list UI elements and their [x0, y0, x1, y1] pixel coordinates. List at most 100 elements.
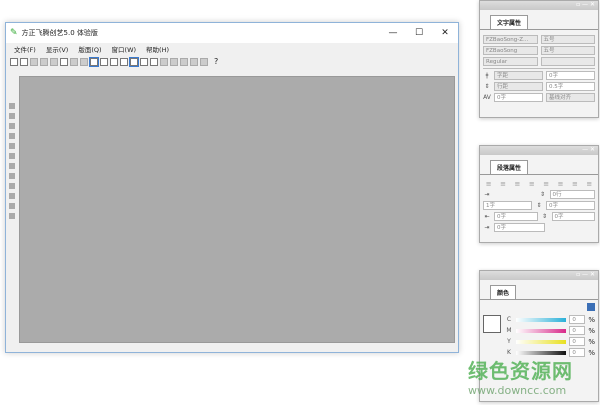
channel-value[interactable]: 0: [569, 315, 586, 324]
layout3-icon[interactable]: [190, 57, 198, 66]
help-icon[interactable]: ?: [214, 57, 218, 66]
space-after-icon: ⇕: [536, 202, 542, 209]
text-tool-icon[interactable]: [9, 143, 15, 149]
style-field[interactable]: Regular: [483, 57, 538, 66]
kerning-value[interactable]: 0字: [494, 93, 543, 102]
paragraph-properties-panel: — ✕ 段落属性 ≡ ≡ ≡ ≡ ≡ ≡ ≡ ≡ ⇥ ⇕ 0行 1字 ⇕ 0字 ⇤ 0字 ⇕ 0字 ⇥ 0字: [479, 145, 599, 243]
percent-label: %: [588, 337, 595, 346]
zoom-tool-icon[interactable]: [9, 213, 15, 219]
frame-icon[interactable]: [89, 56, 99, 67]
menu-window[interactable]: 窗口(W): [112, 44, 137, 54]
font-field-1[interactable]: FZBaoSong-Z...: [483, 35, 538, 44]
menu-layout[interactable]: 版面(Q): [78, 44, 101, 54]
channel-label: Y: [507, 338, 511, 345]
font-field-2[interactable]: FZBaoSong: [483, 46, 538, 55]
percent-label: %: [588, 315, 595, 324]
right-indent-value[interactable]: 0字: [494, 223, 545, 232]
baseline-align-select[interactable]: 基线对齐: [546, 93, 595, 102]
maximize-button[interactable]: ☐: [406, 28, 432, 38]
panel-controls[interactable]: — ✕: [480, 146, 598, 155]
rotate-tool-icon[interactable]: [9, 133, 15, 139]
direct-select-icon[interactable]: [9, 113, 15, 119]
channel-slider[interactable]: [516, 350, 567, 355]
channel-label: M: [506, 327, 512, 334]
first-indent-value[interactable]: 1字: [483, 201, 532, 210]
square-icon[interactable]: [150, 57, 158, 66]
channel-row-Y: Y 0%: [505, 337, 595, 346]
channel-slider[interactable]: [516, 328, 567, 333]
line-space-value[interactable]: 0行: [549, 190, 595, 199]
check-icon[interactable]: [120, 57, 128, 66]
tracking-value[interactable]: 0字: [546, 71, 595, 80]
percent-label: %: [588, 348, 595, 357]
space-before-value[interactable]: 0字: [551, 212, 595, 221]
size-field-1[interactable]: 五号: [540, 35, 595, 44]
scale-field[interactable]: [540, 57, 595, 66]
menu-help[interactable]: 帮助(H): [146, 44, 169, 54]
channel-value[interactable]: 0: [569, 326, 586, 335]
box-icon[interactable]: [129, 56, 139, 67]
tab-color[interactable]: 颜色: [490, 285, 517, 299]
drop-tool-icon[interactable]: [9, 163, 15, 169]
tracking-select[interactable]: 字距: [494, 71, 543, 80]
tracking-icon: ǂ: [485, 72, 489, 79]
tool2-icon[interactable]: [80, 57, 88, 66]
page-icon[interactable]: [110, 57, 118, 66]
channel-row-M: M 0%: [505, 326, 595, 335]
tool-strip: [6, 75, 18, 352]
alignment-buttons[interactable]: ≡ ≡ ≡ ≡ ≡ ≡ ≡ ≡: [483, 180, 595, 188]
leading-select[interactable]: 行距: [494, 82, 543, 91]
channel-value[interactable]: 0: [569, 337, 586, 346]
link-icon[interactable]: [140, 57, 148, 66]
grid-icon[interactable]: [160, 57, 168, 66]
rect-tool-icon[interactable]: [9, 173, 15, 179]
arrow-tool-icon[interactable]: [9, 123, 15, 129]
layout4-icon[interactable]: [200, 57, 208, 66]
title-bar: ✎ 方正飞腾创艺5.0 体验版 — ☐ ✕: [6, 23, 458, 43]
tab-text-properties[interactable]: 文字属性: [490, 15, 529, 29]
leading-value[interactable]: 0.5字: [546, 82, 595, 91]
panel-controls[interactable]: ▫ — ✕: [480, 1, 598, 10]
channel-slider[interactable]: [516, 339, 567, 344]
save-icon[interactable]: [30, 57, 38, 66]
open-icon[interactable]: [20, 57, 28, 66]
left-indent-icon: ⇤: [484, 213, 490, 220]
left-indent-value[interactable]: 0字: [494, 212, 538, 221]
watermark-cn: 绿色资源网: [468, 359, 573, 383]
app-logo-icon: ✎: [10, 28, 18, 38]
menu-view[interactable]: 显示(V): [46, 44, 69, 54]
select-tool-icon[interactable]: [9, 103, 15, 109]
pen-tool-icon[interactable]: [9, 153, 15, 159]
cmyk-mode-icon[interactable]: [587, 303, 595, 311]
scissors-icon[interactable]: [9, 183, 15, 189]
tool-icon[interactable]: [70, 57, 78, 66]
folder-icon[interactable]: [40, 57, 48, 66]
watermark: 绿色资源网 www.downcc.com: [468, 355, 573, 397]
minimize-button[interactable]: —: [380, 28, 406, 38]
layout1-icon[interactable]: [170, 57, 178, 66]
size-field-2[interactable]: 五号: [540, 46, 595, 55]
close-button[interactable]: ✕: [432, 28, 458, 38]
fill-tool-icon[interactable]: [9, 203, 15, 209]
color-swatch[interactable]: [483, 315, 501, 333]
frame-tool-icon[interactable]: [9, 193, 15, 199]
new-icon[interactable]: [10, 57, 18, 66]
space-after-value[interactable]: 0字: [546, 201, 595, 210]
tab-paragraph-properties[interactable]: 段落属性: [490, 160, 529, 174]
menu-file[interactable]: 文件(F): [14, 44, 36, 54]
right-indent-icon: ⇥: [484, 224, 490, 231]
print-icon[interactable]: [60, 57, 68, 66]
space-before-icon: ⇕: [541, 213, 548, 220]
layout2-icon[interactable]: [180, 57, 188, 66]
channel-slider[interactable]: [516, 317, 567, 322]
panel-controls[interactable]: ▫ — ✕: [480, 271, 598, 280]
lock-icon[interactable]: [100, 57, 108, 66]
space-icon: ⇕: [539, 191, 546, 198]
main-window: ✎ 方正飞腾创艺5.0 体验版 — ☐ ✕ 文件(F) 显示(V) 版面(Q) …: [5, 22, 459, 353]
leading-icon: ⇕: [484, 83, 490, 90]
menu-bar: 文件(F) 显示(V) 版面(Q) 窗口(W) 帮助(H): [6, 43, 458, 55]
folder2-icon[interactable]: [50, 57, 58, 66]
window-title: 方正飞腾创艺5.0 体验版: [21, 29, 98, 37]
workspace-canvas[interactable]: [19, 76, 455, 343]
channel-row-C: C 0%: [505, 315, 595, 324]
